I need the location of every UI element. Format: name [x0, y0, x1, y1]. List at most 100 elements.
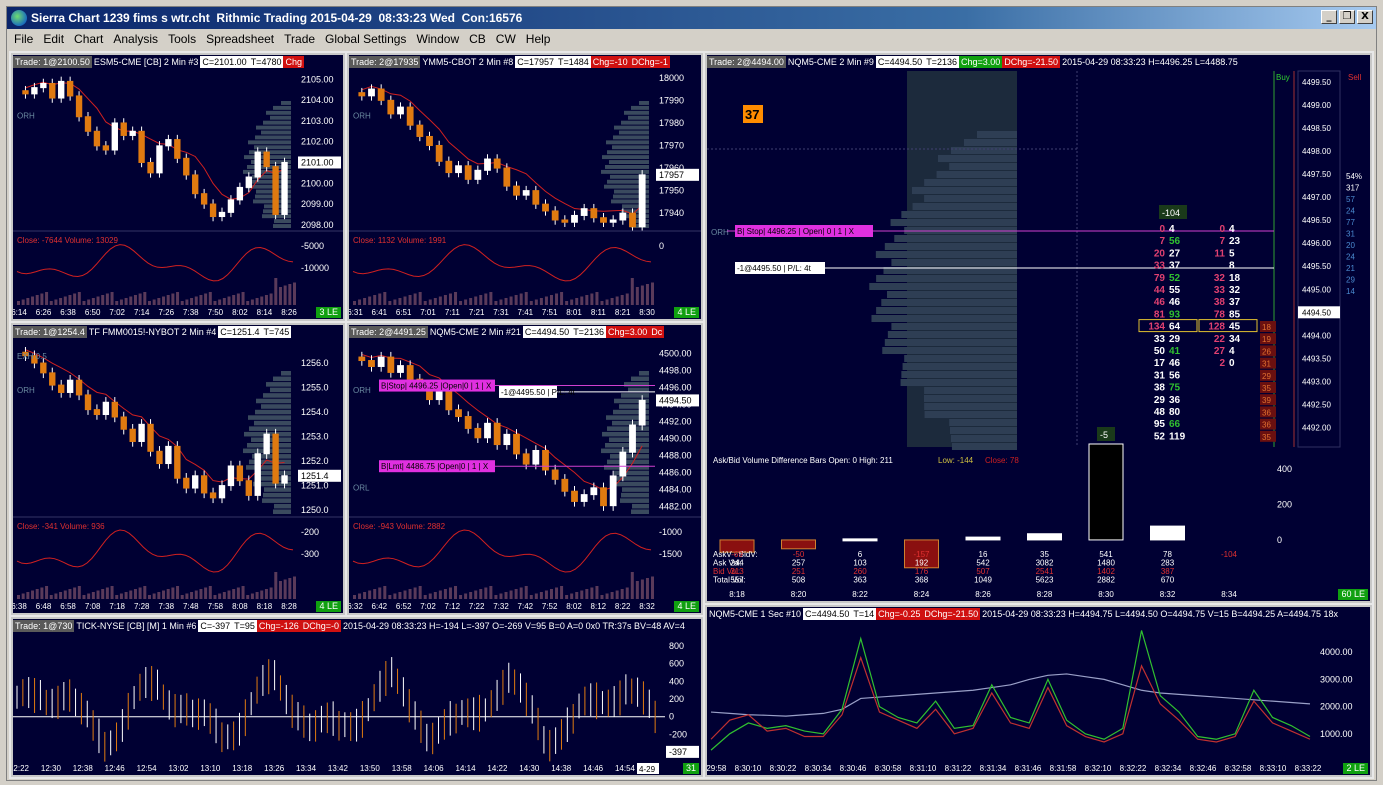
volume-bar [227, 590, 231, 599]
chart-window-es[interactable]: 2105.00 2104.00 2103.00 2102.00 2101.00 2100.… [11, 53, 345, 321]
candle-body [551, 210, 559, 221]
menu-cw[interactable]: CW [491, 30, 521, 48]
menu-chart[interactable]: Chart [69, 30, 108, 48]
volume-bar [49, 301, 53, 305]
footprint-ask: 64 [1169, 322, 1181, 333]
volume-bar [590, 587, 594, 599]
time-tick-label: 8:28 [281, 602, 297, 611]
time-tick-label: 6:58 [60, 602, 76, 611]
volume-bar [171, 587, 175, 599]
menu-cb[interactable]: CB [464, 30, 491, 48]
restore-button[interactable]: ❐ [1339, 10, 1355, 24]
candle-body [84, 394, 92, 411]
ladder-price-label[interactable]: 4495.50 [1302, 262, 1331, 271]
close-button[interactable]: X [1357, 10, 1373, 24]
header-field: T=2136 [571, 326, 606, 338]
footprint-bid-2: 2 [1219, 358, 1225, 369]
volume-profile-bar [607, 426, 649, 431]
header-field: C=17957 [515, 56, 557, 68]
volume-bar [438, 590, 442, 599]
volume-bar [383, 292, 387, 305]
chart-window-ym[interactable]: 18000 17990 17980 17970 17960 17950 17940 17957… [347, 53, 703, 321]
menu-trade[interactable]: Trade [279, 30, 320, 48]
candle-body [22, 90, 29, 95]
header-field: Chg=-126 [256, 620, 301, 632]
footprint-bid: 20 [1154, 248, 1166, 259]
ladder-price-label[interactable]: 4497.00 [1302, 193, 1331, 202]
menu-window[interactable]: Window [411, 30, 464, 48]
menu-spreadsheet[interactable]: Spreadsheet [201, 30, 279, 48]
footprint-bid: 33 [1154, 334, 1166, 345]
ladder-price-label[interactable]: 4495.00 [1302, 285, 1331, 294]
chart-window-nq-1sec[interactable]: 4000.00 3000.00 2000.00 1000.00 8:29:58 8:30:… [705, 605, 1372, 777]
ladder-price-label[interactable]: 4494.00 [1302, 331, 1331, 340]
volume-profile-bar [263, 393, 291, 398]
menu-analysis[interactable]: Analysis [108, 30, 163, 48]
candle-body [484, 422, 491, 439]
candle-body [416, 124, 424, 137]
header-field: T=95 [232, 620, 257, 632]
sell-label[interactable]: Sell [1348, 73, 1362, 82]
header-field: 2015-04-29 08:33:23 H=4494.75 L=4494.50 … [982, 609, 1338, 619]
volume-bar [31, 590, 35, 599]
time-tick-label: 7:31 [493, 308, 509, 317]
price-tick-label: 18000 [659, 73, 684, 83]
last-price-label: 4494.50 [1302, 308, 1331, 317]
ladder-price-label[interactable]: 4492.50 [1302, 400, 1331, 409]
value-tick-label: 2000.00 [1320, 702, 1353, 712]
footprint-bid: 31 [1154, 370, 1166, 381]
ladder-price-label[interactable]: 4499.00 [1302, 101, 1331, 110]
series-line [710, 630, 1311, 751]
ladder-price-label[interactable]: 4498.00 [1302, 147, 1331, 156]
time-tick-label: 8:31:22 [945, 764, 972, 773]
minimize-button[interactable]: _ [1321, 10, 1337, 24]
chart-svg: 4500.004498.004496.004494.004492.004490.… [349, 349, 701, 611]
ladder-price-label[interactable]: 4492.00 [1302, 423, 1331, 432]
candle-body [138, 423, 145, 442]
chart-window-tf[interactable]: 1256.0 1255.0 1254.0 1253.0 1252.0 1251.0 1250… [11, 323, 345, 615]
ladder-price-label[interactable]: 4497.50 [1302, 170, 1331, 179]
time-tick-label: 13:34 [296, 764, 317, 773]
ladder-price-label[interactable]: 4496.50 [1302, 216, 1331, 225]
footprint-ask-2: 45 [1229, 322, 1241, 333]
title-bar[interactable]: Sierra Chart 1239 fims s wtr.cht Rithmic… [7, 7, 1376, 29]
header-field: T=4780 [248, 56, 284, 68]
volume-profile-bar [911, 187, 1017, 194]
footprint-ask: 27 [1169, 248, 1181, 259]
volume-bar [524, 586, 528, 599]
ladder-price-label[interactable]: 4496.00 [1302, 239, 1331, 248]
volume-bar [199, 589, 203, 599]
candle-body [629, 424, 636, 453]
diff-bar [965, 536, 1001, 541]
chart-window-nq-2min[interactable]: 4500.004498.004496.004494.004492.004490.… [347, 323, 703, 615]
ladder-price-label[interactable]: 4493.50 [1302, 354, 1331, 363]
volume-bar [133, 589, 137, 599]
menu-tools[interactable]: Tools [163, 30, 201, 48]
time-tick-label: 8:32:22 [1120, 764, 1147, 773]
buy-label[interactable]: Buy [1276, 73, 1290, 82]
volume-bar [368, 590, 372, 599]
ladder-price-label[interactable]: 4498.50 [1302, 124, 1331, 133]
diff-axis-label: 400 [1277, 464, 1292, 474]
menu-edit[interactable]: Edit [38, 30, 69, 48]
price-tick-label: 4490.00 [659, 434, 692, 444]
candle-body [571, 214, 578, 223]
bid-size-label: 26 [1262, 347, 1271, 356]
volume-bar [479, 295, 483, 305]
candle-body [571, 490, 578, 502]
ladder-price-label[interactable]: 4499.50 [1302, 78, 1331, 87]
menu-help[interactable]: Help [521, 30, 556, 48]
ladder-price-label[interactable]: 4493.00 [1302, 377, 1331, 386]
chart-window-nq-dom[interactable]: Buy Sell 4499.50 4499.00 4498.50 4498.00 4497.… [705, 53, 1372, 603]
menu-file[interactable]: File [9, 30, 38, 48]
volume-profile-bar [904, 355, 1017, 362]
orh-label: ORH [353, 111, 371, 120]
chart-window-tick[interactable]: 8006004002000-200-400-39712:2212:3012:38… [11, 617, 703, 777]
volume-bar [194, 296, 198, 305]
candle-body [580, 208, 588, 216]
candle-body [93, 409, 101, 416]
volume-bar [590, 293, 594, 305]
footprint-ask: 66 [1169, 419, 1181, 430]
menu-global-settings[interactable]: Global Settings [320, 30, 411, 48]
volume-profile-bar [262, 498, 291, 503]
